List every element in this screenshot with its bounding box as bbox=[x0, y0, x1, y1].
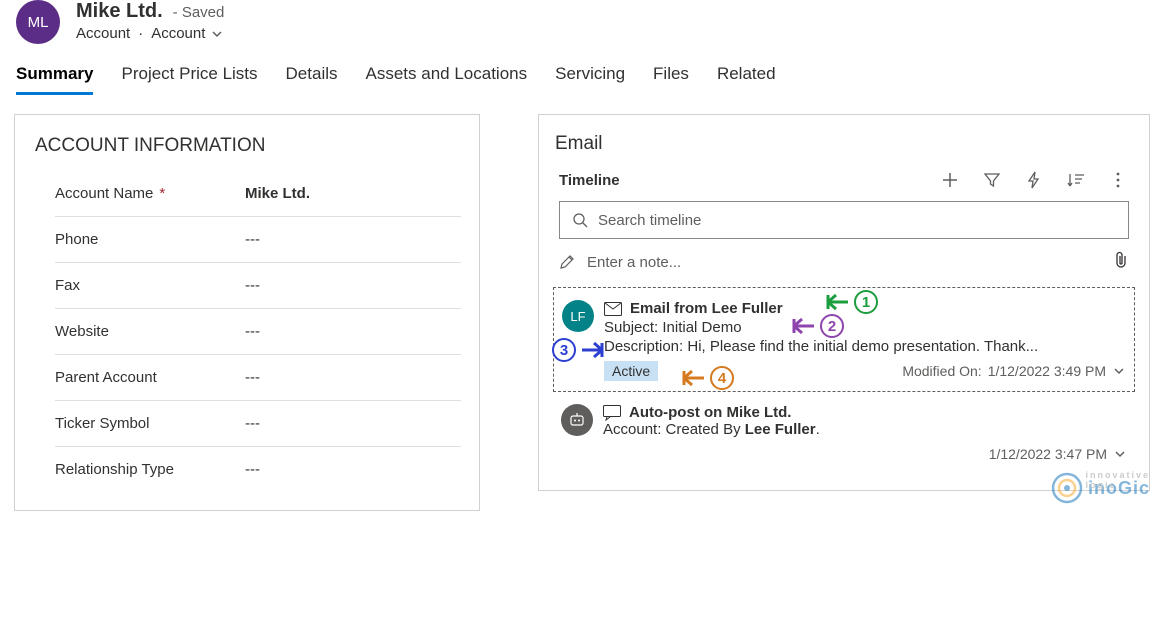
field-label: Relationship Type bbox=[55, 461, 174, 478]
form-tabs: Summary Project Price Lists Details Asse… bbox=[0, 60, 1166, 96]
add-timeline-button[interactable] bbox=[939, 169, 961, 191]
account-info-title: ACCOUNT INFORMATION bbox=[35, 135, 461, 157]
email-timeline-panel: Email Timeline bbox=[538, 114, 1150, 491]
timeline-label: Timeline bbox=[559, 172, 620, 189]
mail-icon bbox=[604, 302, 622, 316]
watermark: innovative logic inoGic bbox=[1050, 471, 1150, 505]
timeline-item-autopost[interactable]: Auto-post on Mike Ltd. Account: Created … bbox=[553, 392, 1135, 472]
tab-servicing[interactable]: Servicing bbox=[555, 60, 625, 95]
field-label: Fax bbox=[55, 277, 80, 294]
record-header: ML Mike Ltd. - Saved Account · Account bbox=[0, 0, 1166, 54]
field-label: Parent Account bbox=[55, 369, 157, 386]
field-fax[interactable]: Fax --- bbox=[55, 263, 461, 309]
more-button[interactable] bbox=[1107, 169, 1129, 191]
field-value: --- bbox=[245, 277, 260, 294]
subject-value: Initial Demo bbox=[662, 319, 741, 336]
timeline-search-input[interactable]: Search timeline bbox=[559, 201, 1129, 239]
field-value: --- bbox=[245, 369, 260, 386]
description-prefix: Description: bbox=[604, 338, 687, 355]
sort-icon bbox=[1066, 171, 1086, 189]
record-title: Mike Ltd. bbox=[76, 0, 163, 23]
note-placeholder: Enter a note... bbox=[587, 254, 681, 271]
tab-assets-locations[interactable]: Assets and Locations bbox=[366, 60, 528, 95]
chevron-down-icon[interactable] bbox=[1112, 364, 1126, 378]
chevron-down-icon bbox=[211, 28, 223, 40]
field-value: --- bbox=[245, 231, 260, 248]
field-value: Mike Ltd. bbox=[245, 185, 310, 202]
tab-project-price-lists[interactable]: Project Price Lists bbox=[121, 60, 257, 95]
tab-summary[interactable]: Summary bbox=[16, 60, 93, 95]
attach-button[interactable] bbox=[1113, 251, 1129, 273]
post-icon bbox=[603, 405, 621, 421]
dot-separator: · bbox=[138, 25, 143, 42]
filter-button[interactable] bbox=[981, 169, 1003, 191]
search-placeholder: Search timeline bbox=[598, 212, 701, 229]
account-information-panel: ACCOUNT INFORMATION Account Name * Mike L… bbox=[14, 114, 480, 511]
field-label: Website bbox=[55, 323, 109, 340]
required-marker: * bbox=[159, 185, 165, 202]
entity-type-label: Account bbox=[76, 25, 130, 42]
autopost-avatar bbox=[561, 404, 593, 436]
autopost-title: Auto-post on Mike Ltd. bbox=[629, 404, 791, 421]
modified-value: 1/12/2022 3:49 PM bbox=[988, 363, 1106, 379]
field-label: Account Name bbox=[55, 185, 153, 202]
flow-button[interactable] bbox=[1023, 169, 1045, 191]
pencil-icon bbox=[559, 254, 575, 270]
field-website[interactable]: Website --- bbox=[55, 309, 461, 355]
chevron-down-icon[interactable] bbox=[1113, 447, 1127, 461]
autopost-sender: Lee Fuller bbox=[745, 421, 816, 438]
sort-button[interactable] bbox=[1065, 169, 1087, 191]
field-account-name[interactable]: Account Name * Mike Ltd. bbox=[55, 171, 461, 217]
tab-files[interactable]: Files bbox=[653, 60, 689, 95]
field-value: --- bbox=[245, 415, 260, 432]
modified-label: Modified On: bbox=[902, 363, 981, 379]
autopost-timestamp: 1/12/2022 3:47 PM bbox=[989, 446, 1107, 462]
sender-avatar: LF bbox=[562, 300, 594, 332]
timeline-item-title: Email from Lee Fuller bbox=[630, 300, 783, 317]
watermark-icon bbox=[1050, 471, 1084, 505]
field-label: Ticker Symbol bbox=[55, 415, 149, 432]
tab-details[interactable]: Details bbox=[286, 60, 338, 95]
search-icon bbox=[572, 212, 588, 228]
subject-prefix: Subject: bbox=[604, 319, 662, 336]
watermark-tagline: innovative logic bbox=[1085, 470, 1150, 490]
status-badge: Active bbox=[604, 361, 658, 381]
autopost-text-prefix: Account: Created By bbox=[603, 421, 745, 438]
autopost-text-suffix: . bbox=[816, 421, 820, 438]
bot-icon bbox=[568, 411, 586, 429]
account-avatar: ML bbox=[16, 0, 60, 44]
field-parent-account[interactable]: Parent Account --- bbox=[55, 355, 461, 401]
description-value: Hi, Please find the initial demo present… bbox=[687, 338, 1038, 355]
more-vertical-icon bbox=[1109, 171, 1127, 189]
filter-icon bbox=[983, 171, 1001, 189]
field-phone[interactable]: Phone --- bbox=[55, 217, 461, 263]
note-input[interactable]: Enter a note... bbox=[559, 251, 1129, 273]
field-label: Phone bbox=[55, 231, 98, 248]
plus-icon bbox=[941, 171, 959, 189]
field-relationship-type[interactable]: Relationship Type --- bbox=[55, 447, 461, 492]
field-value: --- bbox=[245, 323, 260, 340]
lightning-icon bbox=[1025, 171, 1043, 189]
saved-indicator: - Saved bbox=[173, 4, 225, 21]
form-selector[interactable]: Account bbox=[151, 25, 223, 42]
form-selector-label: Account bbox=[151, 25, 205, 42]
email-panel-title: Email bbox=[555, 133, 1135, 155]
timeline-item-email[interactable]: LF Email from Lee Fuller Subject: Initia… bbox=[553, 287, 1135, 392]
paperclip-icon bbox=[1113, 251, 1129, 269]
field-value: --- bbox=[245, 461, 260, 478]
field-ticker-symbol[interactable]: Ticker Symbol --- bbox=[55, 401, 461, 447]
tab-related[interactable]: Related bbox=[717, 60, 776, 95]
